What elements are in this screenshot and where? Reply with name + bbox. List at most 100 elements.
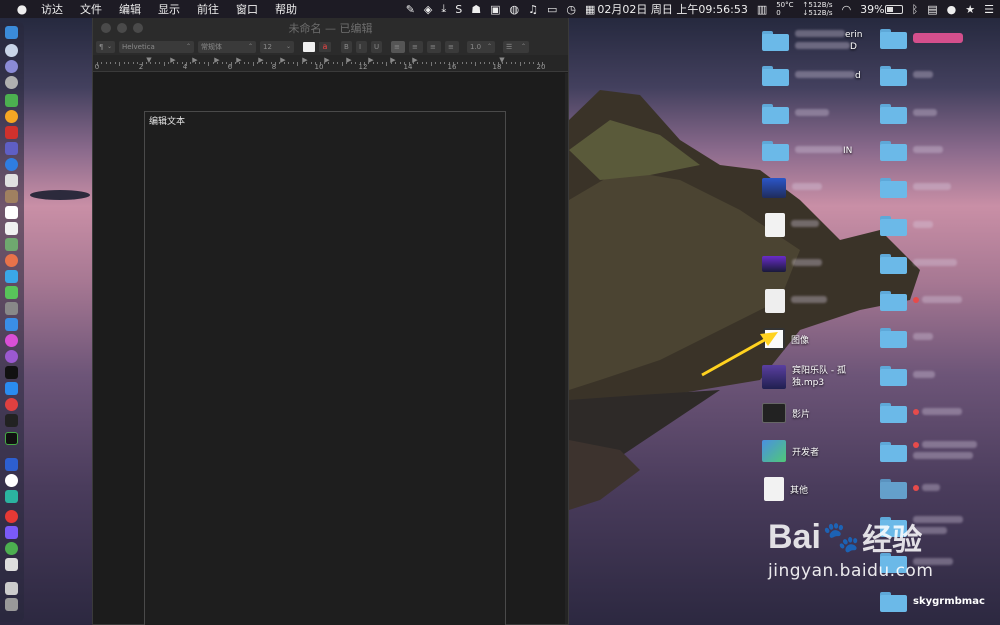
screenshot-dock-icon[interactable] [5,490,18,503]
menu-file[interactable]: 文件 [80,1,102,17]
wifi-icon[interactable]: ◠ [842,3,852,16]
paragraph-styles-dropdown[interactable]: ¶ ⌄ [96,40,115,53]
desktop-folder[interactable] [880,141,943,161]
desktop-folder[interactable] [880,403,962,423]
desktop-folder[interactable]: erin D [762,29,862,53]
chrome-dock-icon[interactable] [5,110,18,123]
desktop-folder[interactable]: d [762,66,861,86]
desktop-folder[interactable] [880,328,933,348]
maps-dock-icon[interactable] [5,238,18,251]
preview-dock-icon[interactable] [5,174,18,187]
desktop-other-folder[interactable]: 其他 [764,477,808,501]
control-list-icon[interactable]: ☰ [984,3,994,16]
menu-go[interactable]: 前往 [197,1,219,17]
textedit-dock-icon[interactable] [5,558,18,571]
line-spacing-dropdown[interactable]: 1.0 ⌃ [467,40,495,53]
settings-dock-icon[interactable] [5,302,18,315]
terminal-dock-icon[interactable] [5,414,18,427]
desktop-folder[interactable] [880,366,935,386]
download-icon[interactable]: ⤓ [441,2,446,16]
desktop-folder[interactable] [880,104,937,124]
safari-dock-icon[interactable] [5,158,18,171]
desktop-folder[interactable] [880,291,962,311]
s-box-icon[interactable]: ▣ [490,3,500,16]
user-icon[interactable]: ● [947,3,957,16]
menu-view[interactable]: 显示 [158,1,180,17]
date-time[interactable]: 02月02日 周日 上午09:56:53 [597,1,747,17]
podcasts-dock-icon[interactable] [5,350,18,363]
document-area[interactable]: 编辑文本 [93,73,568,625]
font-size-dropdown[interactable]: 12 ⌄ [260,40,294,53]
yandex-dock-icon[interactable] [5,474,18,487]
vpn-dock-icon[interactable] [5,458,18,471]
desktop-pdf-file[interactable] [765,289,827,313]
siri-dock-icon[interactable] [5,60,18,73]
final-cut-dock-icon[interactable] [5,526,18,539]
align-center-button[interactable]: ≡ [409,40,423,53]
apple-menu-icon[interactable]: ● [15,2,29,16]
desktop-folder[interactable] [880,66,933,86]
desktop-image-file[interactable] [762,256,822,272]
switch-icon[interactable]: ▤ [927,3,937,16]
text-color-swatch[interactable] [303,41,315,52]
facetime-dock-icon[interactable] [5,286,18,299]
document-page[interactable]: 编辑文本 [144,111,506,625]
message-icon[interactable]: ▭ [547,3,557,16]
trash-dock-icon[interactable] [5,598,18,611]
launchpad-dock-icon[interactable] [5,44,18,57]
tv-dock-icon[interactable] [5,366,18,379]
battery-icon[interactable] [884,4,903,14]
app-red-dock-icon[interactable] [5,126,18,139]
clock-icon[interactable]: ◷ [566,3,576,16]
music-icon[interactable]: ♫ [528,3,538,16]
desktop-developer-folder[interactable]: 开发者 [762,440,819,462]
list-dropdown[interactable]: ☰ ⌃ [503,40,529,53]
desktop-folder[interactable] [880,592,907,612]
font-family-dropdown[interactable]: Helvetica ⌃ [119,40,194,53]
align-right-button[interactable]: ≡ [427,40,441,53]
wechat2-dock-icon[interactable] [5,542,18,555]
desktop-folder[interactable] [762,104,829,124]
document-text[interactable]: 编辑文本 [149,114,185,127]
menu-finder[interactable]: 访达 [41,1,63,17]
bluetooth-icon[interactable]: ᛒ [912,3,919,16]
battery-percent[interactable]: 39% [860,3,884,16]
keynote-dock-icon[interactable] [5,318,18,331]
ghost-icon[interactable]: ☗ [471,3,481,16]
rocket-dock-icon[interactable] [5,76,18,89]
desktop-movies-folder[interactable]: 影片 [762,403,810,423]
messages-dock-icon[interactable] [5,270,18,283]
music-dock-icon[interactable] [5,334,18,347]
desktop-folder[interactable] [880,441,977,463]
font-style-dropdown[interactable]: 常规体 ⌃ [198,40,256,53]
ruler[interactable]: ▼ ▶ ▶ ▶ ▶ ▶ ▶ ▶ ▶ ▶ ▶ ▶ ▶ ▼ 0 2 4 6 8 10… [93,55,568,72]
desktop-folder[interactable] [880,216,933,236]
desktop-folder[interactable] [880,178,951,198]
wechat-dock-icon[interactable] [5,94,18,107]
scrollbar[interactable] [565,73,568,624]
menu-edit[interactable]: 编辑 [119,1,141,17]
underline-button[interactable]: U [371,40,382,53]
menu-help[interactable]: 帮助 [275,1,297,17]
align-left-button[interactable]: ≡ [391,40,405,53]
pencil-icon[interactable]: ✎ [406,3,415,16]
photos-dock-icon[interactable] [5,254,18,267]
globe-icon[interactable]: ◍ [510,3,520,16]
s-app-icon[interactable]: S [455,3,462,16]
fox-icon[interactable]: ◈ [424,3,432,16]
calendar-icon[interactable]: ▦ [585,3,595,16]
menu-window[interactable]: 窗口 [236,1,258,17]
italic-button[interactable]: I [356,40,367,53]
doc-dock-icon[interactable] [5,222,18,235]
calendar-dock-icon[interactable] [5,206,18,219]
netease-dock-icon[interactable] [5,510,18,523]
star-icon[interactable]: ★ [965,3,975,16]
vivaldi-dock-icon[interactable] [5,398,18,411]
appstore-dock-icon[interactable] [5,382,18,395]
finder-dock-icon[interactable] [5,26,18,39]
desktop-folder[interactable] [880,29,963,49]
bold-button[interactable]: B [341,40,352,53]
desktop-folder[interactable]: IN [762,141,852,161]
activity-dock-icon[interactable] [5,432,18,445]
desktop-doc-file[interactable] [765,213,819,237]
